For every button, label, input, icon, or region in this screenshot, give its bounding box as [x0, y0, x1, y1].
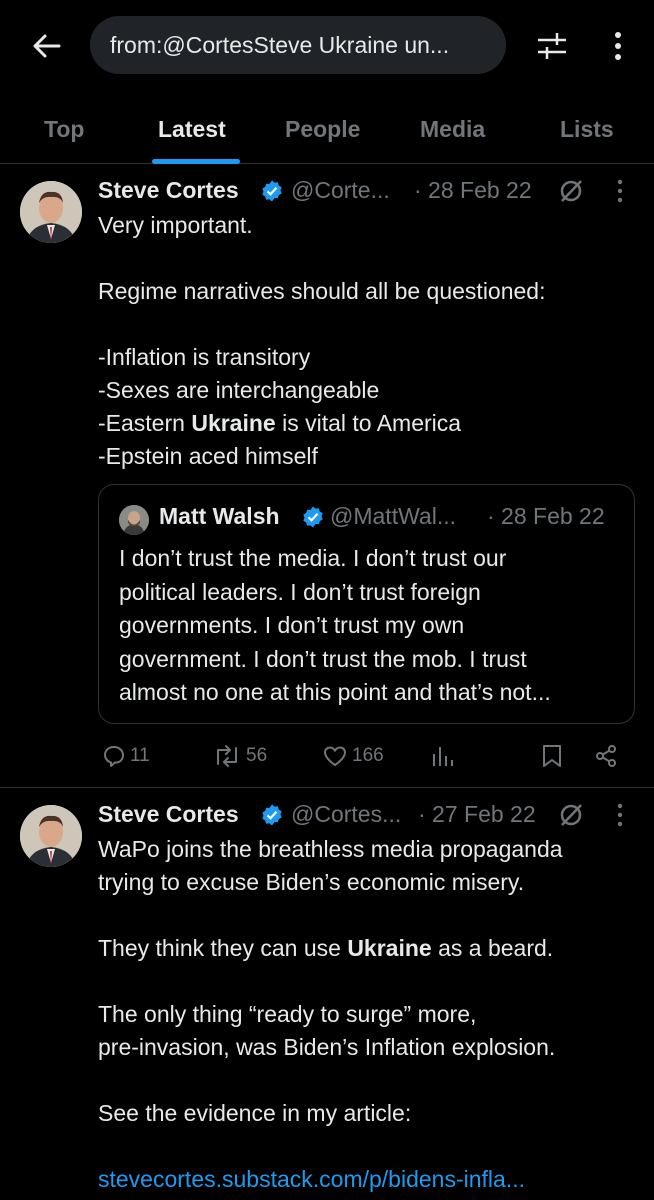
share-button[interactable] — [594, 744, 618, 768]
quoted-author-handle[interactable]: @MattWal... — [330, 503, 456, 530]
grok-icon[interactable] — [557, 177, 585, 205]
bookmark-button[interactable] — [541, 744, 563, 768]
quote-line: I don’t trust the media. I don’t trust o… — [119, 545, 507, 571]
tweet-line: -Sexes are interchangeable — [98, 377, 380, 403]
reply-icon — [104, 746, 124, 767]
tweet-header: Steve Cortes @Cortes... · 27 Feb 22 — [98, 801, 638, 833]
tweet-actions: 11 56 166 — [0, 740, 654, 776]
quoted-avatar[interactable] — [119, 505, 149, 535]
tweet-header: Steve Cortes @Corte... · 28 Feb 22 — [98, 177, 638, 209]
search-tabs: Top Latest People Media Lists — [0, 96, 654, 164]
tab-people[interactable]: People — [285, 116, 360, 143]
tweet-line: trying to excuse Biden’s economic misery… — [98, 869, 525, 895]
line-suffix: as a beard. — [431, 935, 554, 961]
tab-media[interactable]: Media — [420, 116, 485, 143]
quote-line: government. I don’t trust the mob. I tru… — [119, 645, 527, 672]
views-button[interactable] — [430, 744, 454, 768]
quoted-author-name[interactable]: Matt Walsh — [159, 503, 280, 530]
tweet-line: See the evidence in my article: — [98, 1100, 412, 1126]
active-tab-indicator — [152, 159, 240, 164]
analytics-icon — [433, 747, 453, 766]
author-handle[interactable]: @Cortes... — [291, 801, 401, 828]
line-prefix: -Eastern — [98, 410, 192, 436]
author-handle[interactable]: @Corte... — [291, 177, 390, 204]
tweet-line: They think they can use Ukraine as a bea… — [98, 932, 628, 965]
verified-badge-icon — [262, 804, 282, 826]
back-arrow-icon[interactable] — [28, 28, 64, 64]
tab-lists[interactable]: Lists — [560, 116, 614, 143]
quote-line: almost no one at this point and that’s n… — [119, 679, 551, 705]
grok-icon[interactable] — [557, 801, 585, 829]
quoted-tweet-text: I don’t trust the media. I don’t trust o… — [119, 542, 624, 710]
tweet-text: Very important. Regime narratives should… — [98, 209, 628, 473]
tweet-more-icon[interactable] — [614, 177, 626, 205]
article-link[interactable]: stevecortes.substack.com/p/bidens-infla.… — [98, 1163, 628, 1196]
retweet-icon — [217, 745, 237, 767]
avatar[interactable] — [20, 181, 82, 243]
like-count: 166 — [352, 745, 384, 766]
top-bar: from:@CortesSteve Ukraine un... — [0, 0, 654, 92]
tab-latest[interactable]: Latest — [158, 116, 226, 143]
overflow-menu-icon[interactable] — [602, 24, 634, 68]
tweet-line: pre-invasion, was Biden’s Inflation expl… — [98, 1034, 556, 1060]
avatar[interactable] — [20, 805, 82, 867]
author-name[interactable]: Steve Cortes — [98, 177, 239, 204]
line-prefix: They think they can use — [98, 935, 348, 961]
tweet-line: -Epstein aced himself — [98, 443, 318, 469]
quote-line: governments. I don’t trust my own — [119, 612, 465, 638]
search-query: from:@CortesSteve Ukraine un... — [110, 31, 450, 58]
tweet-line: Regime narratives should all be question… — [98, 278, 546, 304]
verified-badge-icon — [262, 180, 282, 202]
retweet-count: 56 — [246, 745, 268, 766]
tweet-divider — [0, 787, 654, 788]
tweet-line: -Inflation is transitory — [98, 344, 311, 370]
highlighted-keyword: Ukraine — [347, 935, 432, 961]
retweet-button[interactable]: 56 — [212, 744, 267, 768]
heart-icon — [323, 746, 347, 767]
highlighted-keyword: Ukraine — [191, 410, 276, 436]
tweet-line: WaPo joins the breathless media propagan… — [98, 836, 563, 862]
search-filter-icon[interactable] — [530, 24, 574, 68]
reply-count: 11 — [130, 745, 150, 766]
verified-badge-icon — [303, 506, 323, 528]
share-icon — [596, 745, 616, 767]
tweet-line: -Eastern Ukraine is vital to America — [98, 407, 628, 440]
tweet-text: WaPo joins the breathless media propagan… — [98, 833, 628, 1196]
quote-line: political leaders. I don’t trust foreign — [119, 578, 481, 605]
tweet-line: Very important. — [98, 212, 253, 238]
tweet-line: The only thing “ready to surge” more, — [98, 1001, 477, 1027]
bookmark-icon — [543, 745, 561, 767]
author-name[interactable]: Steve Cortes — [98, 801, 239, 828]
quoted-tweet-date: · 28 Feb 22 — [487, 503, 605, 529]
line-suffix: is vital to America — [275, 410, 462, 436]
tab-top[interactable]: Top — [44, 116, 84, 143]
tweet-date[interactable]: · 27 Feb 22 — [418, 801, 536, 828]
search-input[interactable]: from:@CortesSteve Ukraine un... — [90, 16, 506, 74]
tweet-date[interactable]: · 28 Feb 22 — [414, 177, 532, 204]
tweet-more-icon[interactable] — [614, 801, 626, 829]
like-button[interactable]: 166 — [322, 744, 384, 768]
reply-button[interactable]: 11 — [102, 744, 150, 768]
quoted-tweet[interactable]: Matt Walsh @MattWal... · 28 Feb 22 I don… — [98, 484, 635, 724]
